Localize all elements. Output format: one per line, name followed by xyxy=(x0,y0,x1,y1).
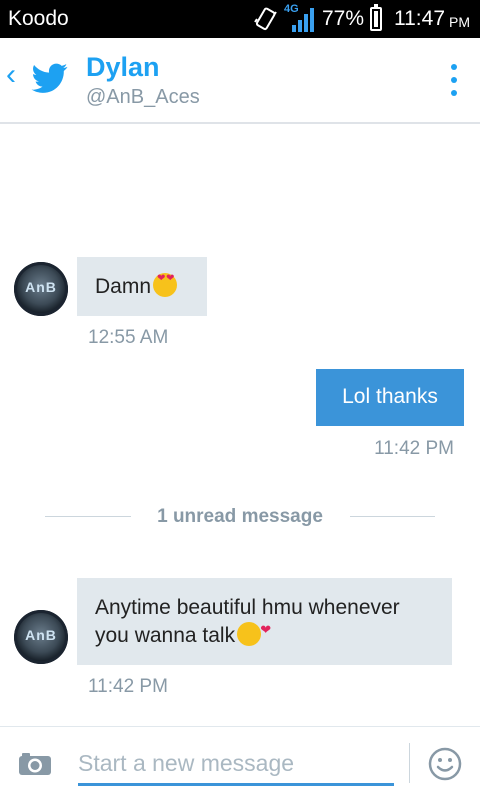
status-bar: Koodo 4G 77% 11:47 PM xyxy=(0,0,480,38)
contact-avatar[interactable]: AnB xyxy=(14,262,68,316)
signal-icon: 4G xyxy=(283,3,316,33)
contact-handle: @AnB_Aces xyxy=(86,86,200,108)
avatar-logo-text: AnB xyxy=(25,279,57,295)
unread-divider-label: 1 unread message xyxy=(157,506,323,527)
heart-eyes-emoji-icon xyxy=(153,273,178,297)
network-type: 4G xyxy=(283,3,299,15)
outgoing-message-bubble[interactable]: Lol thanks xyxy=(316,369,464,426)
more-options-icon[interactable] xyxy=(450,64,458,100)
conversation-header: ‹ Dylan @AnB_Aces xyxy=(0,38,480,124)
twitter-bird-icon xyxy=(31,63,68,93)
message-timestamp: 11:42 PM xyxy=(88,676,168,697)
message-timestamp: 12:55 AM xyxy=(88,327,169,348)
message-input[interactable] xyxy=(78,743,394,786)
message-text: Damn xyxy=(95,275,152,298)
camera-icon[interactable] xyxy=(18,752,52,776)
message-text: Lol thanks xyxy=(342,385,438,408)
incoming-message-bubble[interactable]: Anytime beautiful hmu whenever you wanna… xyxy=(77,578,452,665)
smiley-face-icon[interactable] xyxy=(428,747,462,781)
composer-divider xyxy=(409,743,410,783)
message-timestamp: 11:42 PM xyxy=(374,438,454,459)
message-composer xyxy=(0,726,480,801)
avatar-logo-text: AnB xyxy=(25,627,57,643)
contact-name: Dylan xyxy=(86,52,160,82)
contact-avatar[interactable]: AnB xyxy=(14,610,68,664)
vibrate-icon xyxy=(254,7,277,31)
back-chevron-icon[interactable]: ‹ xyxy=(6,60,16,90)
clock-ampm: PM xyxy=(449,14,470,30)
incoming-message-bubble[interactable]: Damn xyxy=(77,257,207,316)
kiss-emoji-icon xyxy=(237,616,271,646)
battery-icon xyxy=(370,4,382,31)
status-indicators: 4G 77% 11:47 PM xyxy=(252,3,470,34)
carrier-label: Koodo xyxy=(8,7,69,30)
battery-percent: 77% xyxy=(321,7,364,30)
clock: 11:47 xyxy=(394,7,445,30)
